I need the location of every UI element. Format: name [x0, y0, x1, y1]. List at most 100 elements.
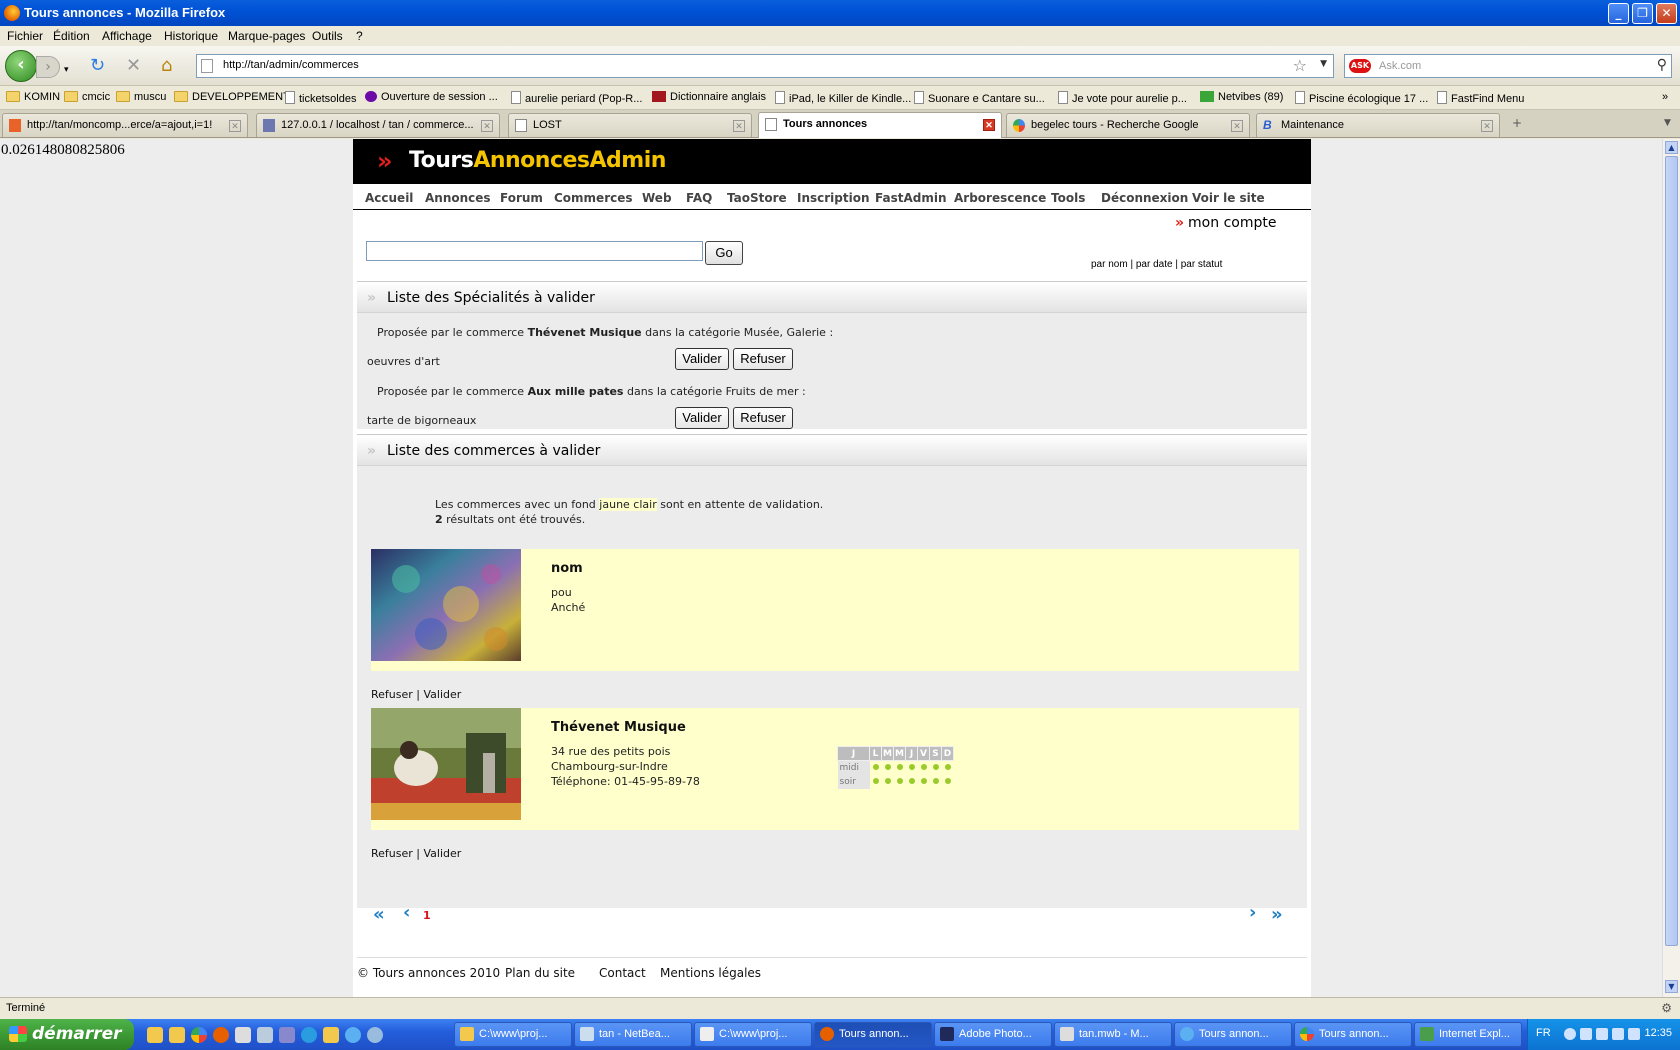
nav-web[interactable]: Web: [642, 191, 672, 205]
new-tab-icon[interactable]: +: [1512, 116, 1522, 130]
current-page[interactable]: 1: [423, 909, 431, 922]
nav-taostore[interactable]: TaoStore: [727, 191, 787, 205]
folder-icon[interactable]: [169, 1027, 185, 1043]
tab-moncommerce[interactable]: http://tan/moncomp...erce/a=ajout,i=1! ✕: [2, 113, 248, 137]
nav-faq[interactable]: FAQ: [686, 191, 712, 205]
search-bar[interactable]: ASK Ask.com ⚲: [1344, 54, 1672, 78]
refuser-button[interactable]: Refuser: [733, 348, 793, 370]
nav-voir-le-site[interactable]: Voir le site: [1192, 191, 1265, 205]
menu-edition[interactable]: Édition: [53, 29, 90, 43]
nav-accueil[interactable]: Accueil: [365, 191, 413, 205]
ie-icon[interactable]: [301, 1027, 317, 1043]
menu-marque-pages[interactable]: Marque-pages: [228, 29, 305, 43]
bookmark-ouverture-session[interactable]: Ouverture de session ...: [365, 91, 498, 103]
tab-close-icon[interactable]: ✕: [733, 120, 745, 132]
tray-arrow-icon[interactable]: [1564, 1028, 1576, 1040]
taskbar-item[interactable]: C:\www\proj...: [694, 1022, 812, 1047]
bookmarks-overflow-icon[interactable]: »: [1662, 91, 1668, 103]
network-icon[interactable]: [1580, 1028, 1592, 1040]
nav-annonces[interactable]: Annonces: [425, 191, 491, 205]
nav-tools[interactable]: Tools: [1051, 191, 1085, 205]
footer-plan[interactable]: Plan du site: [505, 966, 575, 980]
home-icon[interactable]: ⌂: [161, 56, 172, 76]
bookmark-developpement[interactable]: DEVELOPPEMENT: [174, 91, 290, 103]
forward-button[interactable]: ›: [36, 56, 60, 78]
tab-lost[interactable]: LOST ✕: [508, 113, 752, 137]
bookmark-aurelie-periard[interactable]: aurelie periard (Pop-R...: [511, 91, 642, 105]
menu-outils[interactable]: Outils: [312, 29, 343, 43]
back-button[interactable]: ‹: [5, 50, 37, 82]
chrome-icon[interactable]: [191, 1027, 207, 1043]
scroll-down-icon[interactable]: ▼: [1665, 980, 1678, 993]
tab-phpmyadmin[interactable]: 127.0.0.1 / localhost / tan / commerce..…: [256, 113, 500, 137]
explorer-icon[interactable]: [147, 1027, 163, 1043]
footer-contact[interactable]: Contact: [599, 966, 646, 980]
tab-list-icon[interactable]: ▼: [1664, 118, 1671, 128]
tab-begelec-google[interactable]: begelec tours - Recherche Google ✕: [1006, 113, 1250, 137]
taskbar-item[interactable]: Adobe Photo...: [934, 1022, 1052, 1047]
next-page-icon[interactable]: ›: [1249, 902, 1256, 923]
user-icon[interactable]: [235, 1027, 251, 1043]
nav-arborescence[interactable]: Arborescence: [954, 191, 1046, 205]
go-button[interactable]: Go: [705, 241, 743, 265]
volume-icon[interactable]: [1596, 1028, 1608, 1040]
menu-help[interactable]: ?: [356, 29, 363, 43]
ask-logo-icon[interactable]: ASK: [1349, 59, 1371, 73]
firefox-icon[interactable]: [213, 1027, 229, 1043]
tab-close-icon[interactable]: ✕: [983, 119, 995, 131]
addon-bar-icon[interactable]: ⚙: [1661, 1001, 1672, 1015]
refuser-link[interactable]: Refuser: [371, 688, 413, 701]
url-bar[interactable]: http://tan/admin/commerces ☆ ▼: [196, 54, 1334, 78]
taskbar-item[interactable]: C:\www\proj...: [454, 1022, 572, 1047]
nav-commerces[interactable]: Commerces: [554, 191, 633, 205]
scroll-up-icon[interactable]: ▲: [1665, 141, 1678, 154]
refuser-link[interactable]: Refuser: [371, 847, 413, 860]
menu-fichier[interactable]: Fichier: [7, 29, 43, 43]
language-indicator[interactable]: FR: [1536, 1027, 1551, 1039]
bookmark-cmcic[interactable]: cmcic: [64, 91, 110, 103]
valider-button[interactable]: Valider: [675, 348, 729, 370]
taskbar-item[interactable]: tan.mwb - M...: [1054, 1022, 1172, 1047]
taskbar-item[interactable]: Tours annon...: [814, 1022, 932, 1047]
close-button[interactable]: ✕: [1656, 3, 1677, 24]
valider-link[interactable]: Valider: [424, 688, 462, 701]
mon-compte-link[interactable]: » mon compte: [1175, 215, 1276, 231]
tab-maintenance[interactable]: B Maintenance ✕: [1256, 113, 1500, 137]
app-icon[interactable]: [279, 1027, 295, 1043]
bookmark-muscu[interactable]: muscu: [116, 91, 166, 103]
stop-icon[interactable]: ✕: [126, 56, 141, 76]
tab-close-icon[interactable]: ✕: [1481, 120, 1493, 132]
sort-by-name[interactable]: par nom: [1091, 259, 1128, 270]
shield-icon[interactable]: [1628, 1028, 1640, 1040]
site-logo[interactable]: ToursAnnoncesAdmin: [409, 148, 666, 173]
bookmark-star-icon[interactable]: ☆: [1293, 56, 1307, 75]
search-icon[interactable]: ⚲: [1657, 57, 1667, 73]
bookmark-netvibes[interactable]: Netvibes (89): [1200, 91, 1283, 103]
folder-icon[interactable]: [323, 1027, 339, 1043]
minimize-button[interactable]: _: [1608, 3, 1629, 24]
bookmark-komin[interactable]: KOMIN: [6, 91, 60, 103]
site-search-input[interactable]: [366, 241, 703, 261]
start-button[interactable]: démarrer: [0, 1019, 134, 1050]
taskbar-item[interactable]: tan - NetBea...: [574, 1022, 692, 1047]
bookmark-je-vote[interactable]: Je vote pour aurelie p...: [1058, 91, 1187, 105]
url-dropdown-icon[interactable]: ▼: [1320, 59, 1327, 69]
prev-page-icon[interactable]: ‹: [403, 902, 410, 923]
tab-close-icon[interactable]: ✕: [229, 120, 241, 132]
taskbar-item[interactable]: Tours annon...: [1294, 1022, 1412, 1047]
restore-button[interactable]: ❐: [1632, 3, 1653, 24]
first-page-icon[interactable]: «: [373, 904, 385, 925]
bookmark-suonare[interactable]: Suonare e Cantare su...: [914, 91, 1045, 105]
nav-inscription[interactable]: Inscription: [797, 191, 870, 205]
ie-icon[interactable]: [345, 1027, 361, 1043]
reload-icon[interactable]: ↻: [90, 56, 105, 76]
commerce-photo[interactable]: [371, 708, 521, 820]
tab-close-icon[interactable]: ✕: [1231, 120, 1243, 132]
bookmark-ipad[interactable]: iPad, le Killer de Kindle...: [775, 91, 911, 105]
taskbar-item[interactable]: Internet Expl...: [1414, 1022, 1522, 1047]
history-dropdown-icon[interactable]: ▾: [64, 60, 69, 80]
commerce-photo[interactable]: [371, 549, 521, 661]
bookmark-dictionnaire[interactable]: Dictionnaire anglais: [652, 91, 766, 103]
tab-close-icon[interactable]: ✕: [481, 120, 493, 132]
nav-fastadmin[interactable]: FastAdmin: [875, 191, 947, 205]
